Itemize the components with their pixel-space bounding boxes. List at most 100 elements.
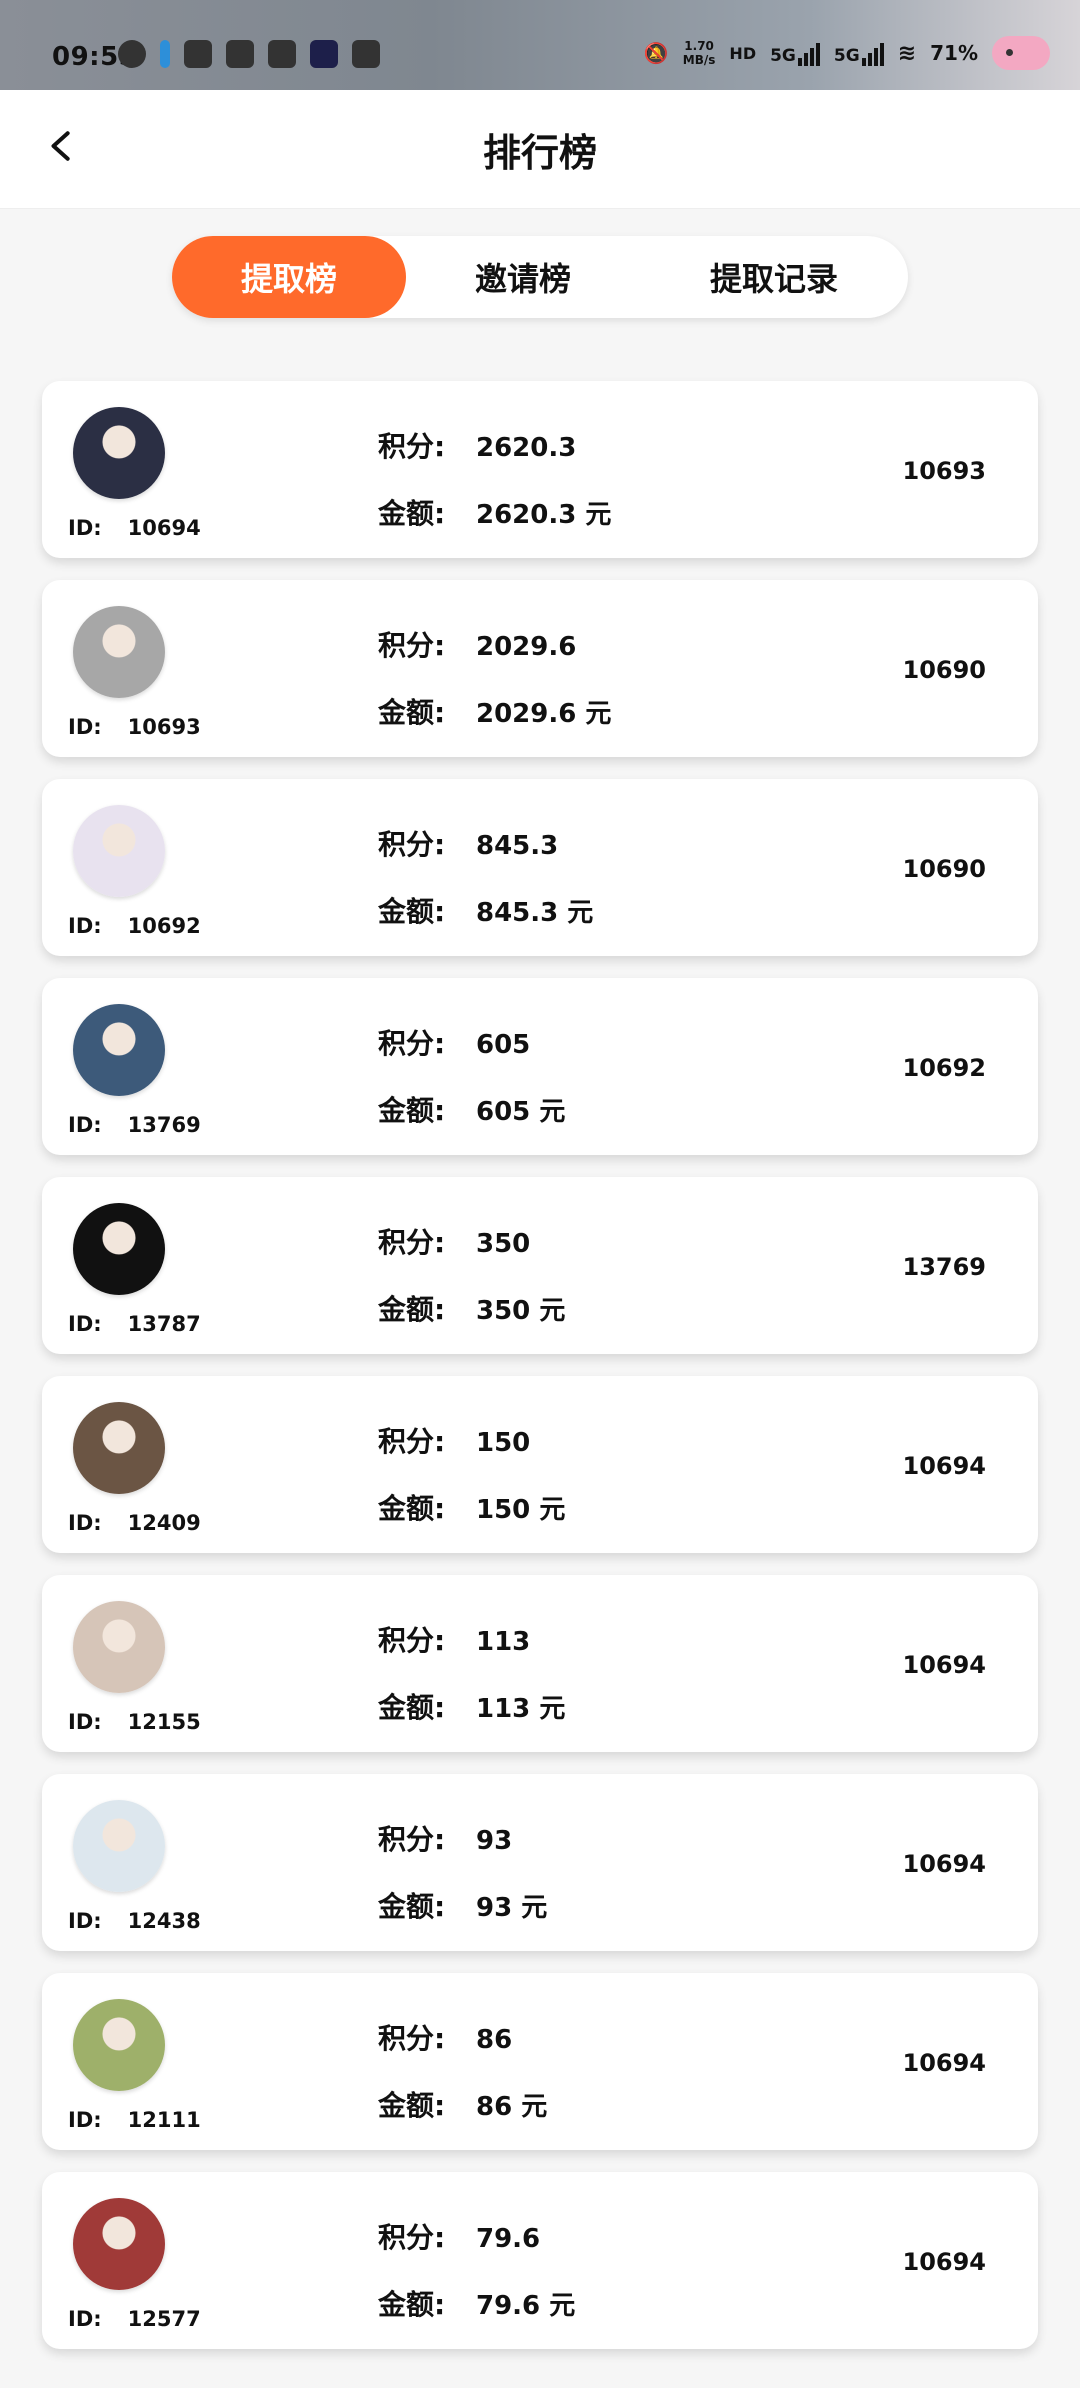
wifi-icon: ≋: [897, 40, 917, 66]
points-row: 积分: 150: [378, 1420, 530, 1460]
id-label: ID:: [68, 1113, 102, 1137]
points-label: 积分:: [378, 430, 446, 463]
points-row: 积分: 93: [378, 1818, 512, 1858]
amount-label: 金额:: [378, 497, 446, 530]
inviter-id: 10694: [902, 1452, 987, 1480]
user-id: ID: 13769: [68, 1113, 201, 1137]
user-id: ID: 13787: [68, 1312, 201, 1336]
hd-icon: HD: [729, 43, 757, 63]
points-label: 积分:: [378, 1226, 446, 1259]
points-value: 2029.6: [476, 632, 577, 662]
id-label: ID:: [68, 2108, 102, 2132]
signal-2: 5G: [834, 40, 884, 66]
avatar: [73, 1402, 165, 1494]
top-nav-bar: 排行榜: [0, 90, 1080, 209]
id-value: 12409: [127, 1511, 201, 1535]
inviter-id: 10690: [902, 855, 987, 883]
amount-value: 2029.6 元: [476, 699, 612, 729]
inviter-id: 10694: [902, 2049, 987, 2077]
points-label: 积分:: [378, 2221, 446, 2254]
amount-label: 金额:: [378, 696, 446, 729]
amount-label: 金额:: [378, 1890, 446, 1923]
amount-value: 150 元: [476, 1495, 566, 1525]
app-icon: [184, 40, 212, 68]
ranking-item[interactable]: ID: 10692 积分: 845.3 金额: 845.3 元 10690: [42, 779, 1038, 956]
id-value: 13787: [127, 1312, 201, 1336]
id-label: ID:: [68, 914, 102, 938]
amount-value: 86 元: [476, 2092, 548, 2122]
amount-row: 金额: 86 元: [378, 2084, 547, 2124]
amount-row: 金额: 845.3 元: [378, 890, 593, 930]
ranking-item[interactable]: ID: 13787 积分: 350 金额: 350 元 13769: [42, 1177, 1038, 1354]
notification-icons: [118, 40, 380, 68]
id-label: ID:: [68, 1710, 102, 1734]
inviter-id: 10690: [902, 656, 987, 684]
ranking-item[interactable]: ID: 13769 积分: 605 金额: 605 元 10692: [42, 978, 1038, 1155]
points-row: 积分: 86: [378, 2017, 512, 2057]
taobao-icon: [268, 40, 296, 68]
inviter-id: 10693: [902, 457, 987, 485]
id-label: ID:: [68, 715, 102, 739]
tab-withdraw-records[interactable]: 提取记录: [640, 236, 908, 318]
inviter-id: 13769: [902, 1253, 987, 1281]
ranking-list: ID: 10694 积分: 2620.3 金额: 2620.3 元 10693 ID:…: [42, 381, 1038, 2371]
ranking-item[interactable]: ID: 12111 积分: 86 金额: 86 元 10694: [42, 1973, 1038, 2150]
avatar: [73, 1999, 165, 2091]
points-row: 积分: 79.6: [378, 2216, 540, 2256]
points-value: 86: [476, 2025, 513, 2055]
points-value: 113: [476, 1627, 531, 1657]
user-id: ID: 12409: [68, 1511, 201, 1535]
battery-fish-icon: [992, 36, 1050, 70]
signal-1: 5G: [770, 40, 820, 66]
ranking-item[interactable]: ID: 10693 积分: 2029.6 金额: 2029.6 元 10690: [42, 580, 1038, 757]
avatar: [73, 1601, 165, 1693]
points-label: 积分:: [378, 828, 446, 861]
avatar: [73, 1004, 165, 1096]
download-icon: [160, 40, 170, 68]
id-label: ID:: [68, 2307, 102, 2331]
amount-value: 350 元: [476, 1296, 566, 1326]
avatar: [73, 606, 165, 698]
points-row: 积分: 845.3: [378, 823, 558, 863]
id-value: 12111: [127, 2108, 201, 2132]
avatar: [73, 2198, 165, 2290]
points-value: 150: [476, 1428, 531, 1458]
user-id: ID: 10694: [68, 516, 201, 540]
ranking-item[interactable]: ID: 10694 积分: 2620.3 金额: 2620.3 元 10693: [42, 381, 1038, 558]
points-label: 积分:: [378, 1027, 446, 1060]
amount-label: 金额:: [378, 2089, 446, 2122]
id-value: 13769: [127, 1113, 201, 1137]
ranking-item[interactable]: ID: 12438 积分: 93 金额: 93 元 10694: [42, 1774, 1038, 1951]
id-value: 12577: [127, 2307, 201, 2331]
points-value: 79.6: [476, 2224, 541, 2254]
points-value: 2620.3: [476, 433, 577, 463]
status-right: 🔕 1.70 MB/s HD 5G 5G ≋ 71%: [644, 36, 1050, 70]
inviter-id: 10694: [902, 1651, 987, 1679]
tab-bar: 提取榜 邀请榜 提取记录: [172, 236, 908, 318]
user-id: ID: 10692: [68, 914, 201, 938]
ranking-item[interactable]: ID: 12577 积分: 79.6 金额: 79.6 元 10694: [42, 2172, 1038, 2349]
tab-withdraw-ranking[interactable]: 提取榜: [172, 236, 406, 318]
points-row: 积分: 113: [378, 1619, 530, 1659]
amount-label: 金额:: [378, 1094, 446, 1127]
avatar: [73, 1800, 165, 1892]
points-label: 积分:: [378, 1624, 446, 1657]
tab-invite-ranking[interactable]: 邀请榜: [406, 236, 640, 318]
id-label: ID:: [68, 1511, 102, 1535]
user-id: ID: 12438: [68, 1909, 201, 1933]
points-value: 845.3: [476, 831, 559, 861]
amount-row: 金额: 350 元: [378, 1288, 565, 1328]
user-id: ID: 12577: [68, 2307, 201, 2331]
ranking-item[interactable]: ID: 12155 积分: 113 金额: 113 元 10694: [42, 1575, 1038, 1752]
points-row: 积分: 2620.3: [378, 425, 576, 465]
amount-value: 79.6 元: [476, 2291, 576, 2321]
amount-row: 金额: 2029.6 元: [378, 691, 611, 731]
points-label: 积分:: [378, 2022, 446, 2055]
id-label: ID:: [68, 1909, 102, 1933]
battery-text: 71%: [930, 41, 978, 65]
inviter-id: 10694: [902, 2248, 987, 2276]
amount-row: 金额: 113 元: [378, 1686, 565, 1726]
ranking-item[interactable]: ID: 12409 积分: 150 金额: 150 元 10694: [42, 1376, 1038, 1553]
amount-label: 金额:: [378, 1293, 446, 1326]
amount-row: 金额: 2620.3 元: [378, 492, 611, 532]
